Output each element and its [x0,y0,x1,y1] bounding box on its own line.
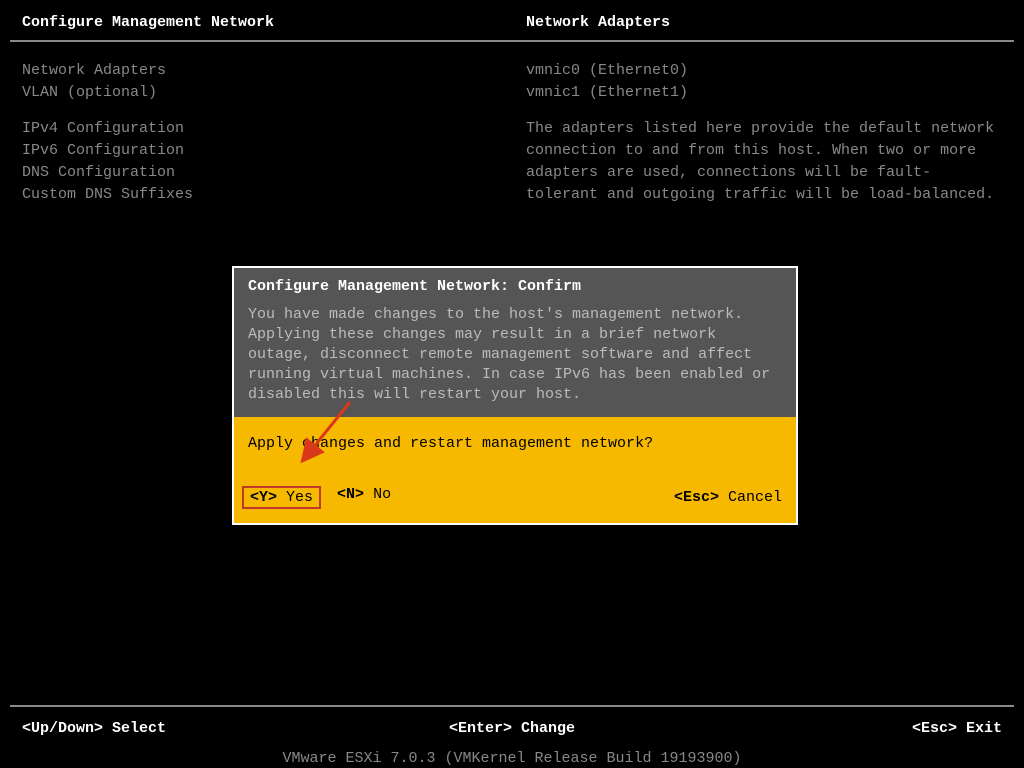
confirm-dialog: Configure Management Network: Confirm Yo… [232,266,798,525]
detail-panel: vmnic0 (Ethernet0) vmnic1 (Ethernet1) Th… [526,60,1000,206]
no-label: No [373,486,391,503]
menu-item-network-adapters[interactable]: Network Adapters [22,60,193,82]
adapter-row: vmnic1 (Ethernet1) [526,82,1000,104]
menu-item-dns-suffixes[interactable]: Custom DNS Suffixes [22,184,193,206]
dialog-question: Apply changes and restart management net… [248,435,782,452]
no-key: <N> [337,486,364,503]
header-divider [10,40,1014,42]
yes-label: Yes [286,489,313,506]
menu-item-ipv4[interactable]: IPv4 Configuration [22,118,193,140]
cancel-key: <Esc> [674,489,719,506]
footer-hint-change: <Enter> Change [0,720,1024,737]
yes-key: <Y> [250,489,277,506]
no-button[interactable]: <N> No [337,486,391,509]
menu-item-dns[interactable]: DNS Configuration [22,162,193,184]
footer-divider [10,705,1014,707]
adapter-description: The adapters listed here provide the def… [526,118,1000,206]
cancel-button[interactable]: <Esc> Cancel [674,489,782,506]
dialog-body: You have made changes to the host's mana… [248,305,782,405]
cancel-label: Cancel [728,489,782,506]
yes-button[interactable]: <Y> Yes [242,486,321,509]
dialog-title: Configure Management Network: Confirm [248,278,782,295]
footer-hint-exit: <Esc> Exit [912,720,1002,737]
adapter-row: vmnic0 (Ethernet0) [526,60,1000,82]
menu-item-vlan[interactable]: VLAN (optional) [22,82,193,104]
page-title-left: Configure Management Network [22,14,274,31]
page-title-right: Network Adapters [526,14,670,31]
config-menu: Network Adapters VLAN (optional) IPv4 Co… [22,60,193,206]
menu-item-ipv6[interactable]: IPv6 Configuration [22,140,193,162]
dcui-screen: Configure Management Network Network Ada… [0,0,1024,768]
product-version: VMware ESXi 7.0.3 (VMKernel Release Buil… [0,750,1024,767]
